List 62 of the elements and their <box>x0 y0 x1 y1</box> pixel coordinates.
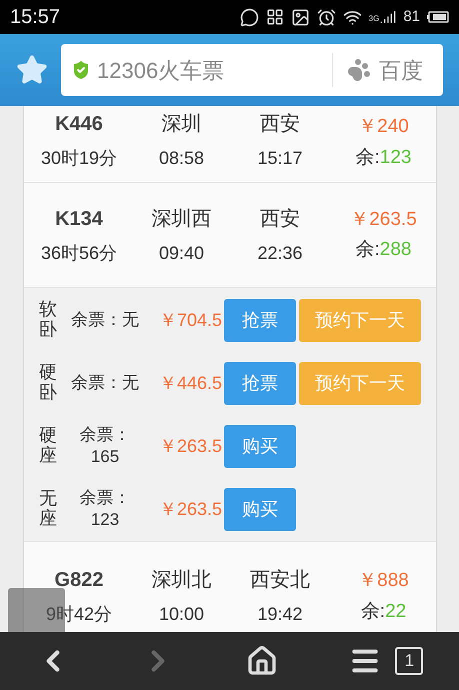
remaining-tickets: 余票：无 <box>71 308 139 331</box>
arrival-station: 西安 <box>260 206 300 232</box>
buy-button[interactable]: 抢票 <box>224 362 296 404</box>
alarm-icon <box>316 8 336 26</box>
remaining-count: 288 <box>380 238 412 262</box>
remaining-tickets: 余票：无 <box>71 372 139 394</box>
remaining-label: 余: <box>360 600 386 624</box>
search-engine[interactable]: 百度 <box>379 54 435 86</box>
page-title: 12306火车票 <box>97 56 224 84</box>
buy-button[interactable]: 购买 <box>224 488 296 530</box>
remaining-label: 余: <box>356 238 380 262</box>
arrival-station: 西安北 <box>250 568 310 593</box>
home-icon[interactable] <box>246 645 278 677</box>
seat-type: 硬座 <box>39 426 57 466</box>
departure-station: 深圳西 <box>152 206 212 232</box>
departure-time: 10:00 <box>158 603 204 626</box>
travel-duration: 30时19分 <box>40 147 118 170</box>
seat-price: ￥263.5 <box>158 498 222 520</box>
seat-price: ￥446.5 <box>158 372 222 394</box>
ticket-price: ￥263.5 <box>350 208 417 232</box>
image-icon <box>290 8 310 26</box>
train-number: G822 <box>54 568 104 593</box>
seat-price: ￥263.5 <box>158 434 222 458</box>
signal-icon <box>380 9 396 25</box>
battery-icon <box>427 11 449 23</box>
buy-button[interactable]: 抢票 <box>224 298 296 342</box>
departure-station: 深圳 <box>162 112 202 137</box>
train-number: K134 <box>55 206 103 232</box>
remaining-tickets: 余票： <box>80 486 130 509</box>
remaining-count: 22 <box>385 600 406 624</box>
remaining-label: 余: <box>356 146 380 170</box>
arrival-station: 西安 <box>260 112 300 137</box>
departure-time: 09:40 <box>158 242 204 264</box>
ticket-price: ￥240 <box>358 115 409 139</box>
address-bar[interactable]: 12306火车票 百度 <box>61 44 443 96</box>
remaining-tickets: 余票： <box>80 424 130 446</box>
grid-icon <box>266 8 284 26</box>
buy-button[interactable]: 购买 <box>224 424 296 468</box>
arrival-time: 22:36 <box>257 242 303 264</box>
train-number: K446 <box>55 112 103 137</box>
arrival-time: 15:17 <box>257 147 303 170</box>
remaining-tickets: 165 <box>90 446 120 468</box>
clock-time: 15:57 <box>10 5 60 30</box>
tabs-button[interactable]: 1 <box>395 647 424 675</box>
departure-time: 08:58 <box>158 147 204 170</box>
reserve-button[interactable]: 预约下一天 <box>299 362 421 404</box>
remaining-tickets: 123 <box>90 509 120 531</box>
seat-price: ￥704.5 <box>158 308 222 332</box>
arrival-time: 19:42 <box>257 603 303 626</box>
network-type: 3G <box>368 14 380 23</box>
seat-type: 无座 <box>39 489 57 529</box>
travel-duration: 36时56分 <box>40 242 118 264</box>
paw-icon[interactable] <box>347 58 371 82</box>
ticket-price: ￥888 <box>358 569 409 593</box>
seat-type: 硬卧 <box>39 363 57 403</box>
departure-station: 深圳北 <box>152 568 212 593</box>
reserve-button[interactable]: 预约下一天 <box>299 298 421 342</box>
seat-type: 软卧 <box>39 300 57 340</box>
battery-level: 81 <box>403 6 420 27</box>
remaining-count: 123 <box>380 146 412 170</box>
chat-icon <box>240 8 259 26</box>
bookmark-star-icon[interactable] <box>16 54 48 86</box>
